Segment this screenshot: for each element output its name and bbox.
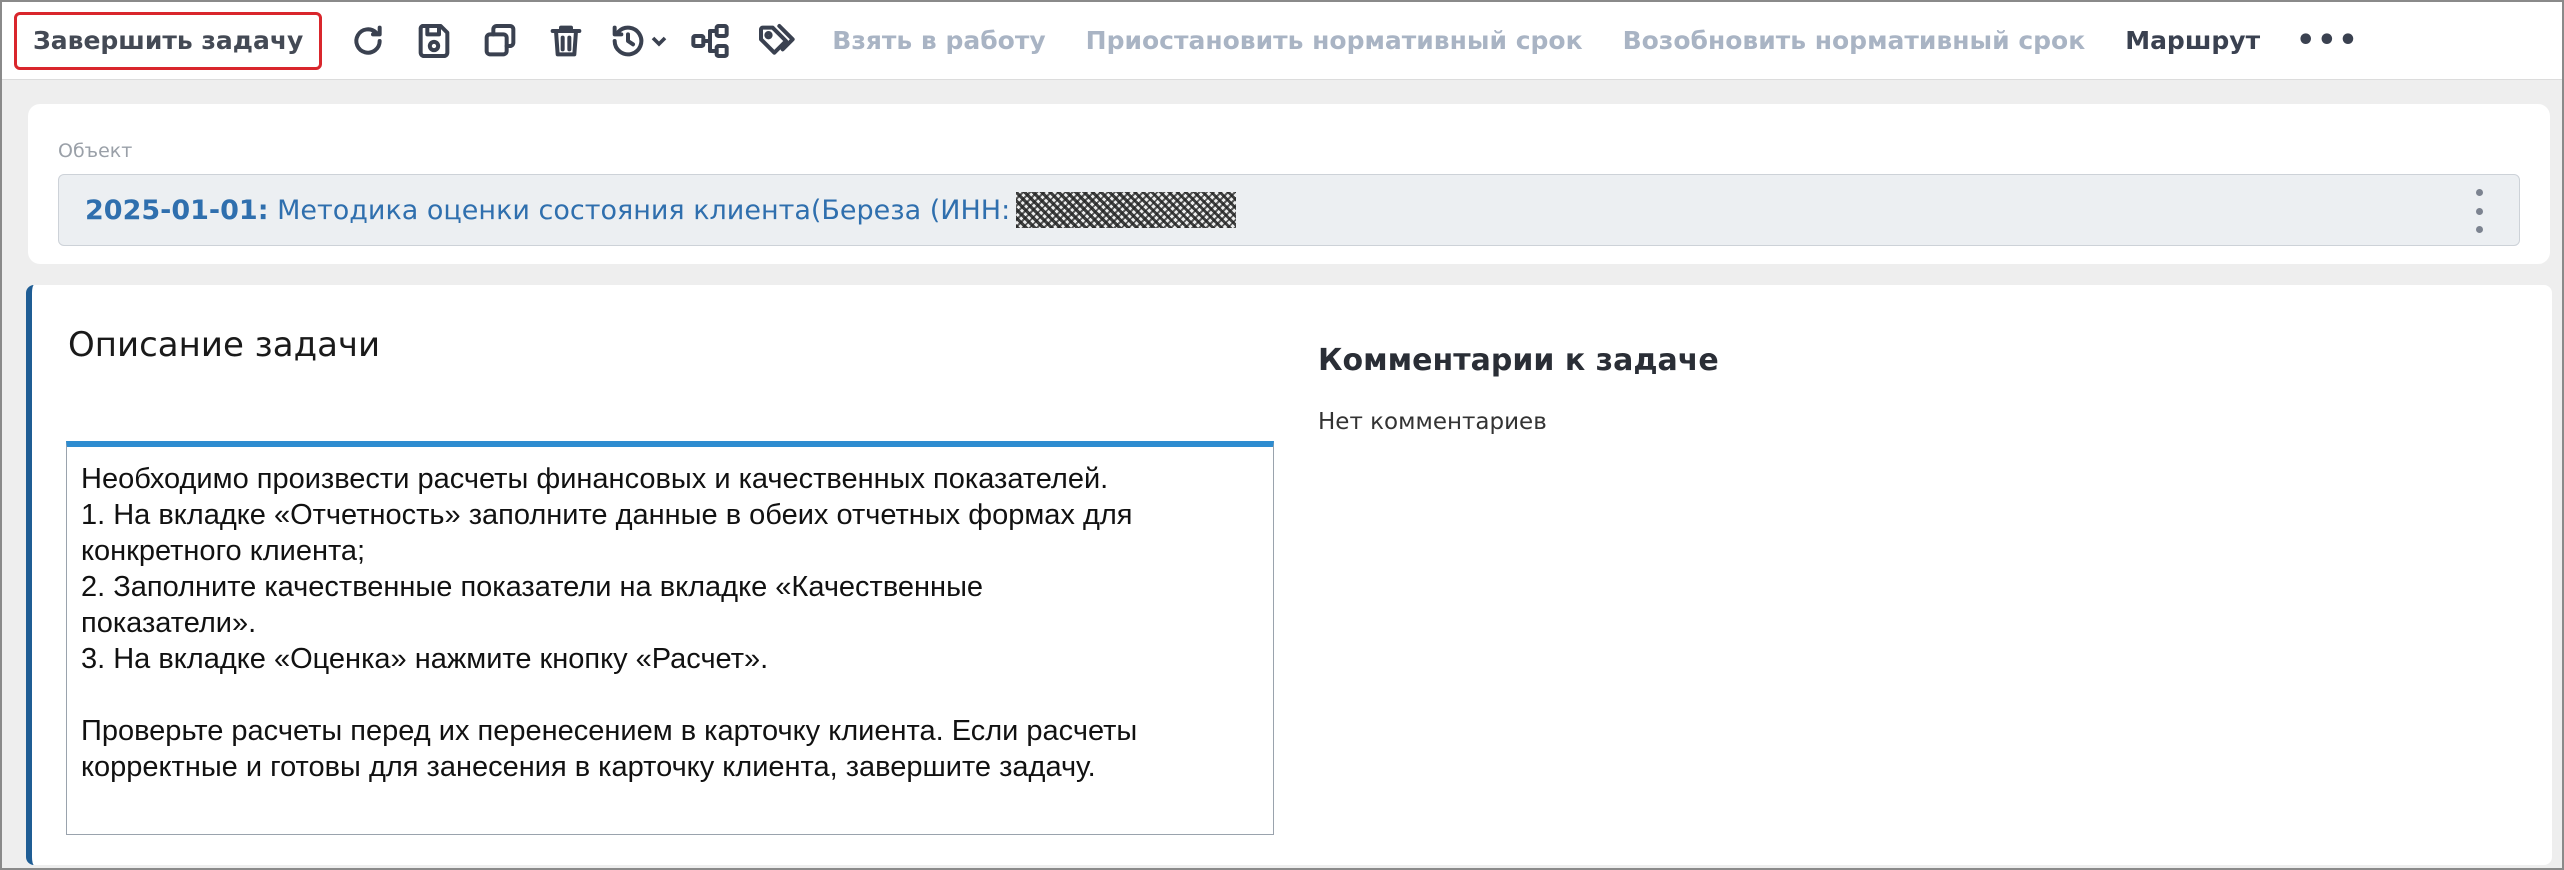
history-icon <box>612 25 644 56</box>
take-to-work-link[interactable]: Взять в работу <box>832 26 1045 55</box>
description-editor[interactable]: Необходимо произвести расчеты финансовых… <box>66 441 1274 835</box>
app-frame: Завершить задачу Взять в работу Приостан… <box>0 0 2564 870</box>
tags-icon <box>759 23 795 55</box>
object-card: Объект 2025-01-01: Методика оценки состо… <box>28 104 2550 264</box>
copy-button[interactable] <box>476 17 524 65</box>
toolbar: Завершить задачу Взять в работу Приостан… <box>2 2 2562 80</box>
comments-empty-text: Нет комментариев <box>1318 409 1547 435</box>
object-link-field[interactable]: 2025-01-01: Методика оценки состояния кл… <box>58 174 2520 246</box>
more-actions-button[interactable]: ••• <box>2296 23 2360 58</box>
refresh-button[interactable] <box>344 17 392 65</box>
object-code: 2025-01-01: <box>85 194 269 226</box>
kebab-menu-icon[interactable] <box>2469 189 2489 233</box>
route-graph-button[interactable] <box>686 17 734 65</box>
description-line: 1. На вкладке «Отчетность» заполните дан… <box>81 499 1133 531</box>
description-line: конкретного клиента; <box>81 535 366 567</box>
suspend-deadline-link[interactable]: Приостановить нормативный срок <box>1086 26 1583 55</box>
object-title: Методика оценки состояния клиента(Береза… <box>268 194 1011 226</box>
refresh-icon <box>354 25 382 55</box>
chevron-down-icon <box>652 36 667 47</box>
description-line: Необходимо произвести расчеты финансовых… <box>81 463 1109 495</box>
description-title: Описание задачи <box>68 325 381 365</box>
description-line: показатели». <box>81 607 257 639</box>
delete-icon <box>550 25 582 56</box>
comments-title: Комментарии к задаче <box>1318 343 1719 378</box>
resume-deadline-link[interactable]: Возобновить нормативный срок <box>1623 26 2086 55</box>
save-button[interactable] <box>410 17 458 65</box>
description-line: 3. На вкладке «Оценка» нажмите кнопку «Р… <box>81 643 769 675</box>
description-line: Проверьте расчеты перед их перенесением … <box>81 715 1138 747</box>
tags-button[interactable] <box>752 17 800 65</box>
copy-icon <box>484 23 516 56</box>
save-icon <box>418 23 450 58</box>
route-link[interactable]: Маршрут <box>2125 26 2260 55</box>
redacted-inn <box>1016 192 1237 228</box>
complete-task-button[interactable]: Завершить задачу <box>14 11 323 70</box>
object-field-label: Объект <box>58 140 133 162</box>
description-line: корректные и готовы для занесения в карт… <box>81 751 1096 783</box>
delete-button[interactable] <box>542 17 590 65</box>
history-dropdown[interactable] <box>608 21 668 61</box>
description-line: 2. Заполните качественные показатели на … <box>81 571 984 603</box>
task-panel: Описание задачи Необходимо произвести ра… <box>26 285 2552 865</box>
route-graph-icon <box>691 23 729 58</box>
